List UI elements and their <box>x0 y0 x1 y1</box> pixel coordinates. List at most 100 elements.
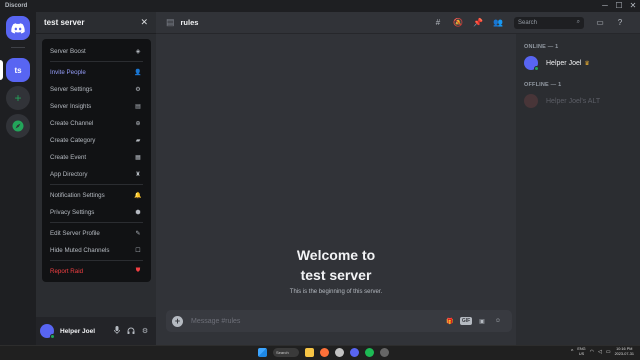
help-icon[interactable]: ? <box>610 18 630 27</box>
discord-taskbar-icon[interactable] <box>350 348 359 357</box>
menu-item-create-channel[interactable]: Create Channel ⊕ <box>46 115 147 132</box>
menu-item-label: Report Raid <box>50 268 84 275</box>
menu-divider <box>50 184 143 185</box>
selected-server-indicator <box>0 60 3 80</box>
menu-divider <box>50 222 143 223</box>
checkbox-icon[interactable]: ☐ <box>133 247 143 254</box>
server-name: test server <box>44 18 85 27</box>
search-placeholder: Search <box>518 19 538 26</box>
menu-item-label: Create Category <box>50 137 96 144</box>
chevron-up-icon[interactable]: ^ <box>571 349 573 355</box>
notification-bell-off-icon[interactable]: 🔕 <box>448 18 468 27</box>
headphones-icon[interactable] <box>124 327 138 336</box>
windows-start-icon[interactable] <box>258 348 267 357</box>
welcome-title-line1: Welcome to <box>296 247 376 263</box>
menu-item-label: App Directory <box>50 171 88 178</box>
menu-item-edit-server-profile[interactable]: Edit Server Profile ✎ <box>46 225 147 242</box>
menu-item-privacy-settings[interactable]: Privacy Settings ⬢ <box>46 204 147 221</box>
minimize-button[interactable]: ─ <box>598 0 612 12</box>
firefox-icon[interactable] <box>320 348 329 357</box>
volume-icon[interactable]: ◁ <box>598 349 602 355</box>
gift-icon[interactable]: 🎁 <box>442 318 458 325</box>
maximize-button[interactable]: ☐ <box>612 0 626 12</box>
threads-icon[interactable]: # <box>428 18 448 27</box>
server-test-server[interactable]: ts <box>6 58 30 82</box>
menu-item-server-insights[interactable]: Server Insights ▤ <box>46 98 147 115</box>
member-avatar <box>524 94 538 108</box>
user-panel: Helper Joel ⚙ <box>36 317 156 345</box>
avatar[interactable] <box>40 324 55 339</box>
message-input[interactable]: Message #rules <box>191 318 442 325</box>
settings-taskbar-icon[interactable] <box>380 348 389 357</box>
message-composer[interactable]: + Message #rules 🎁 GIF ▣ ☺ <box>166 310 512 332</box>
home-button[interactable] <box>6 16 30 40</box>
menu-item-notification-settings[interactable]: Notification Settings 🔔 <box>46 187 147 204</box>
gif-button[interactable]: GIF <box>458 317 474 325</box>
gear-icon[interactable]: ⚙ <box>138 327 152 335</box>
boost-icon: ◈ <box>135 49 141 55</box>
bell-icon: 🔔 <box>134 193 142 199</box>
member-avatar <box>524 56 539 71</box>
chat-area <box>156 12 516 345</box>
menu-item-label: Privacy Settings <box>50 209 95 216</box>
menu-item-app-directory[interactable]: App Directory ♜ <box>46 166 147 183</box>
inbox-icon[interactable]: ▭ <box>590 18 610 27</box>
menu-item-label: Server Settings <box>50 86 93 93</box>
language-indicator[interactable]: ENG US <box>577 347 585 356</box>
menu-item-invite-people[interactable]: Invite People 👤 <box>46 64 147 81</box>
member-name: Helper Joel's ALT <box>546 97 601 105</box>
shield-alert-icon: ⛊ <box>135 268 141 274</box>
member-row[interactable]: Helper Joel's ALT <box>524 90 632 112</box>
clock-date: 2023-07-31 <box>614 351 634 356</box>
server-rail: ts + <box>0 12 36 345</box>
menu-item-create-category[interactable]: Create Category ▰ <box>46 132 147 149</box>
menu-item-label: Create Event <box>50 154 87 161</box>
online-status-icon <box>534 66 539 71</box>
compass-icon <box>12 120 24 132</box>
online-header: ONLINE — 1 <box>524 44 559 50</box>
menu-item-label: Hide Muted Channels <box>50 247 110 254</box>
robot-icon: ♜ <box>135 172 141 178</box>
emoji-icon[interactable]: ☺ <box>490 318 506 324</box>
attach-plus-icon[interactable]: + <box>172 315 183 327</box>
app-icon[interactable] <box>335 348 344 357</box>
server-dropdown-menu: Server Boost ◈ Invite People 👤 Server Sett… <box>42 39 151 282</box>
menu-divider <box>50 61 143 62</box>
file-explorer-icon[interactable] <box>305 348 314 357</box>
wifi-icon[interactable]: ◠ <box>590 349 594 355</box>
member-row[interactable]: Helper Joel ♛ <box>524 52 632 74</box>
search-input[interactable]: Search ⌕ <box>514 16 584 29</box>
pencil-icon: ✎ <box>135 231 141 237</box>
menu-item-report-raid[interactable]: Report Raid ⛊ <box>46 263 147 280</box>
explore-servers-button[interactable] <box>6 114 30 138</box>
gear-icon: ⚙ <box>135 87 141 93</box>
spotify-icon[interactable] <box>365 348 374 357</box>
language-region: US <box>578 351 585 356</box>
rail-separator <box>11 47 25 48</box>
app-title: Discord <box>5 3 28 9</box>
clock[interactable]: 10:16 PM 2023-07-31 <box>615 347 634 356</box>
menu-item-server-boost[interactable]: Server Boost ◈ <box>46 43 147 60</box>
menu-item-label: Create Channel <box>50 120 94 127</box>
server-header[interactable]: test server ✕ <box>36 12 156 34</box>
taskbar-search[interactable]: Search <box>273 348 299 357</box>
menu-item-hide-muted-channels[interactable]: Hide Muted Channels ☐ <box>46 242 147 259</box>
member-list-icon[interactable]: 👥 <box>488 18 508 27</box>
search-icon: ⌕ <box>576 19 580 25</box>
sticker-icon[interactable]: ▣ <box>474 318 490 325</box>
system-tray: ^ ENG US ◠ ◁ ▭ 10:16 PM 2023-07-31 <box>571 347 634 356</box>
window-close-button[interactable]: ✕ <box>626 0 640 12</box>
add-server-button[interactable]: + <box>6 86 30 110</box>
welcome-title-line2: test server <box>300 267 372 283</box>
window-controls: ─ ☐ ✕ <box>598 0 640 12</box>
battery-icon[interactable]: ▭ <box>606 349 611 355</box>
menu-item-create-event[interactable]: Create Event ▦ <box>46 149 147 166</box>
close-menu-icon[interactable]: ✕ <box>140 17 148 28</box>
menu-item-label: Notification Settings <box>50 192 105 199</box>
gif-label: GIF <box>459 317 473 325</box>
pin-icon[interactable]: 📌 <box>468 18 488 27</box>
menu-item-label: Server Insights <box>50 103 92 110</box>
folder-plus-icon: ▰ <box>135 138 141 144</box>
menu-item-server-settings[interactable]: Server Settings ⚙ <box>46 81 147 98</box>
microphone-icon[interactable] <box>110 326 124 336</box>
